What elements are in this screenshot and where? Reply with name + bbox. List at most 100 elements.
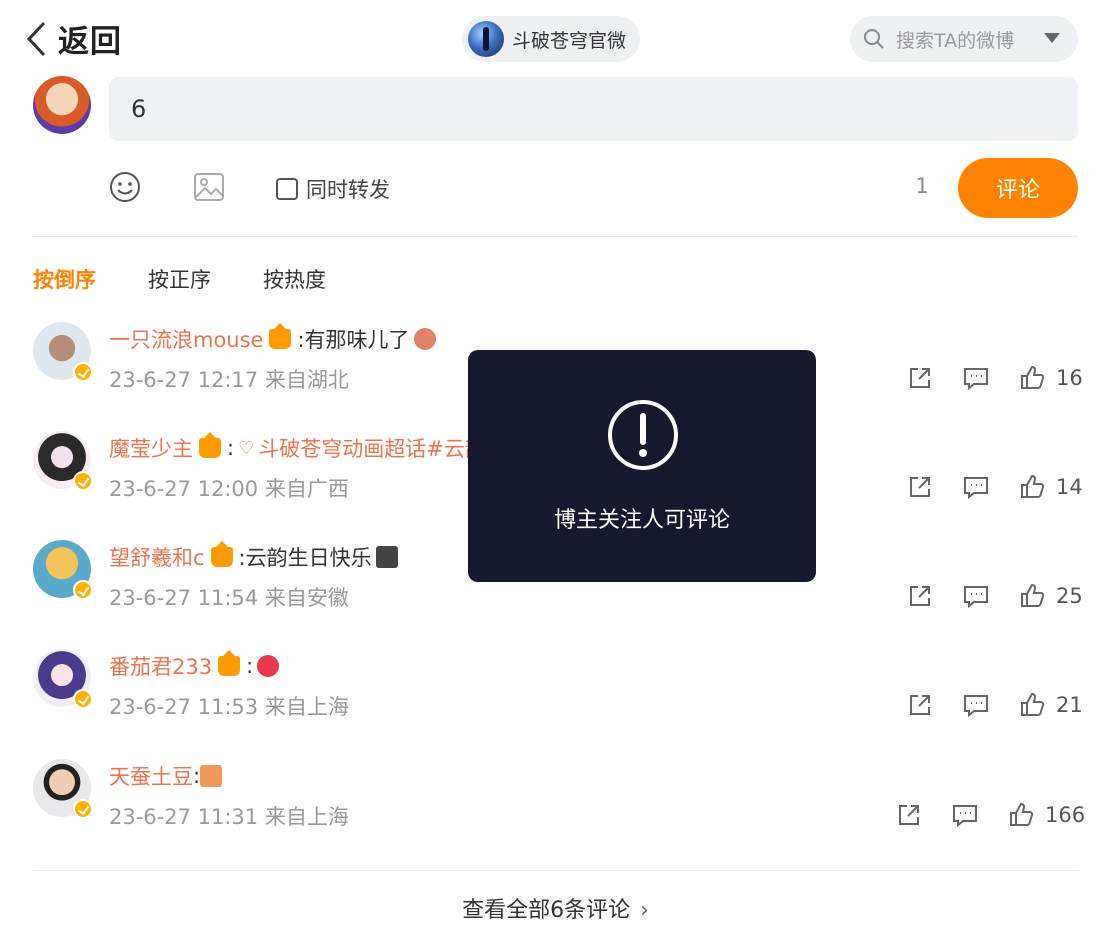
like-count: 21 — [1056, 693, 1083, 717]
share-button[interactable] — [906, 473, 934, 501]
share-icon — [910, 695, 930, 715]
avatar[interactable] — [33, 322, 95, 384]
image-icon — [194, 173, 224, 201]
comment-meta: 23-6-27 11:54 来自安徽 — [109, 586, 349, 610]
like-count: 166 — [1045, 803, 1086, 827]
thumbs-up-icon — [1010, 802, 1034, 826]
toast-dialog: 博主关注人可评论 — [468, 350, 816, 582]
comment-input-value: 6 — [131, 95, 147, 123]
like-count: 14 — [1056, 475, 1083, 499]
comment-text: : — [227, 436, 235, 460]
chevron-left-icon — [26, 21, 46, 56]
comment-meta: 23-6-27 12:17 来自湖北 — [109, 368, 349, 392]
crown-badge-icon — [269, 323, 292, 349]
like-button[interactable]: 25 — [1018, 582, 1083, 610]
tab-sort-hot[interactable]: 按热度 — [263, 264, 326, 294]
exclamation-icon — [608, 400, 678, 470]
comment-icon — [964, 368, 988, 391]
my-avatar — [33, 76, 91, 134]
search-placeholder: 搜索TA的微博 — [896, 29, 1015, 52]
comment-username[interactable]: 魔莹少主 — [109, 433, 193, 463]
thumbs-up-icon — [1021, 583, 1045, 607]
emoji-button[interactable] — [108, 170, 142, 208]
tab-sort-desc[interactable]: 按倒序 — [33, 264, 96, 294]
comment-username[interactable]: 一只流浪mouse — [109, 324, 263, 354]
submit-comment-button[interactable]: 评论 — [958, 158, 1078, 218]
verified-badge-icon — [73, 689, 93, 709]
heart-eyes-emoji-icon — [257, 655, 280, 677]
crown-badge-icon — [210, 541, 233, 567]
back-button[interactable]: 返回 — [24, 16, 122, 61]
comment-icon — [964, 477, 988, 500]
comment-text: : — [193, 764, 201, 788]
avatar[interactable] — [33, 540, 95, 602]
search-box[interactable]: 搜索TA的微博 — [850, 16, 1078, 62]
share-button[interactable] — [895, 801, 923, 829]
blogger-pill[interactable]: 斗破苍穹官微 — [462, 16, 641, 62]
like-button[interactable]: 16 — [1018, 364, 1083, 392]
comment-username[interactable]: 天蚕土豆 — [109, 761, 193, 791]
comment-input[interactable]: 6 — [109, 77, 1078, 141]
crown-badge-icon — [218, 650, 241, 676]
comment-text: :云韵生日快乐 — [238, 546, 372, 570]
top-bar: 返回 斗破苍穹官微 搜索TA的微博 — [0, 0, 1111, 80]
char-count: 1 — [915, 174, 929, 198]
dropdown-arrow-icon[interactable] — [1044, 33, 1060, 43]
comment-icon — [964, 586, 988, 609]
avatar[interactable] — [33, 431, 95, 493]
toast-message: 博主关注人可评论 — [553, 508, 730, 533]
share-icon — [910, 368, 930, 388]
comment-text: :有那味儿了 — [297, 328, 410, 352]
thumbs-up-icon — [1021, 474, 1045, 498]
sort-tabs: 按倒序 按正序 按热度 — [33, 264, 378, 294]
verified-badge-icon — [73, 362, 93, 382]
share-button[interactable] — [906, 364, 934, 392]
repost-checkbox[interactable]: 同时转发 — [276, 174, 390, 204]
like-count: 16 — [1056, 366, 1083, 390]
share-icon — [910, 477, 930, 497]
repost-label: 同时转发 — [306, 178, 390, 202]
topic-link[interactable]: 斗破苍穹动画超话#云韵# — [258, 433, 503, 463]
thumbs-up-icon — [1021, 692, 1045, 716]
tab-sort-asc[interactable]: 按正序 — [148, 264, 211, 294]
comment-username[interactable]: 番茄君233 — [109, 651, 212, 681]
like-count: 25 — [1056, 584, 1083, 608]
comment-text: : — [246, 654, 254, 678]
smiley-icon — [110, 172, 140, 202]
like-button[interactable]: 166 — [1007, 801, 1085, 829]
search-icon — [864, 29, 884, 49]
like-button[interactable]: 14 — [1018, 473, 1083, 501]
share-icon — [910, 586, 930, 606]
thumbs-up-icon — [1021, 365, 1045, 389]
reply-button[interactable] — [962, 582, 990, 610]
avatar[interactable] — [33, 649, 95, 711]
blogger-name: 斗破苍穹官微 — [512, 29, 627, 52]
crown-badge-icon — [199, 432, 221, 458]
reply-button[interactable] — [962, 691, 990, 719]
sticker-emoji-icon — [200, 765, 223, 787]
share-button[interactable] — [906, 582, 934, 610]
comment-username[interactable]: 望舒羲和c — [109, 542, 205, 572]
view-all-label: 查看全部6条评论 — [462, 898, 631, 923]
like-button[interactable]: 21 — [1018, 691, 1083, 719]
share-button[interactable] — [906, 691, 934, 719]
back-label: 返回 — [58, 24, 122, 60]
divider — [33, 236, 1078, 237]
checkbox-box[interactable] — [276, 178, 298, 200]
reply-button[interactable] — [962, 473, 990, 501]
image-button[interactable] — [192, 170, 226, 208]
comment-meta: 23-6-27 11:31 来自上海 — [109, 805, 349, 829]
divider — [33, 870, 1078, 871]
view-all-comments-link[interactable]: 查看全部6条评论 › — [0, 892, 1111, 924]
diamond-icon: ♡ — [238, 437, 255, 459]
avatar[interactable] — [33, 759, 95, 821]
reply-button[interactable] — [962, 364, 990, 392]
verified-badge-icon — [73, 471, 93, 491]
verified-badge-icon — [73, 580, 93, 600]
verified-badge-icon — [73, 799, 93, 819]
reply-button[interactable] — [951, 801, 979, 829]
comment-icon — [953, 805, 977, 828]
chevron-right-icon: › — [640, 898, 649, 923]
share-icon — [899, 805, 919, 825]
comment-item: 天蚕土豆 : 23-6-27 11:31 来自上海 166 — [0, 759, 1111, 859]
